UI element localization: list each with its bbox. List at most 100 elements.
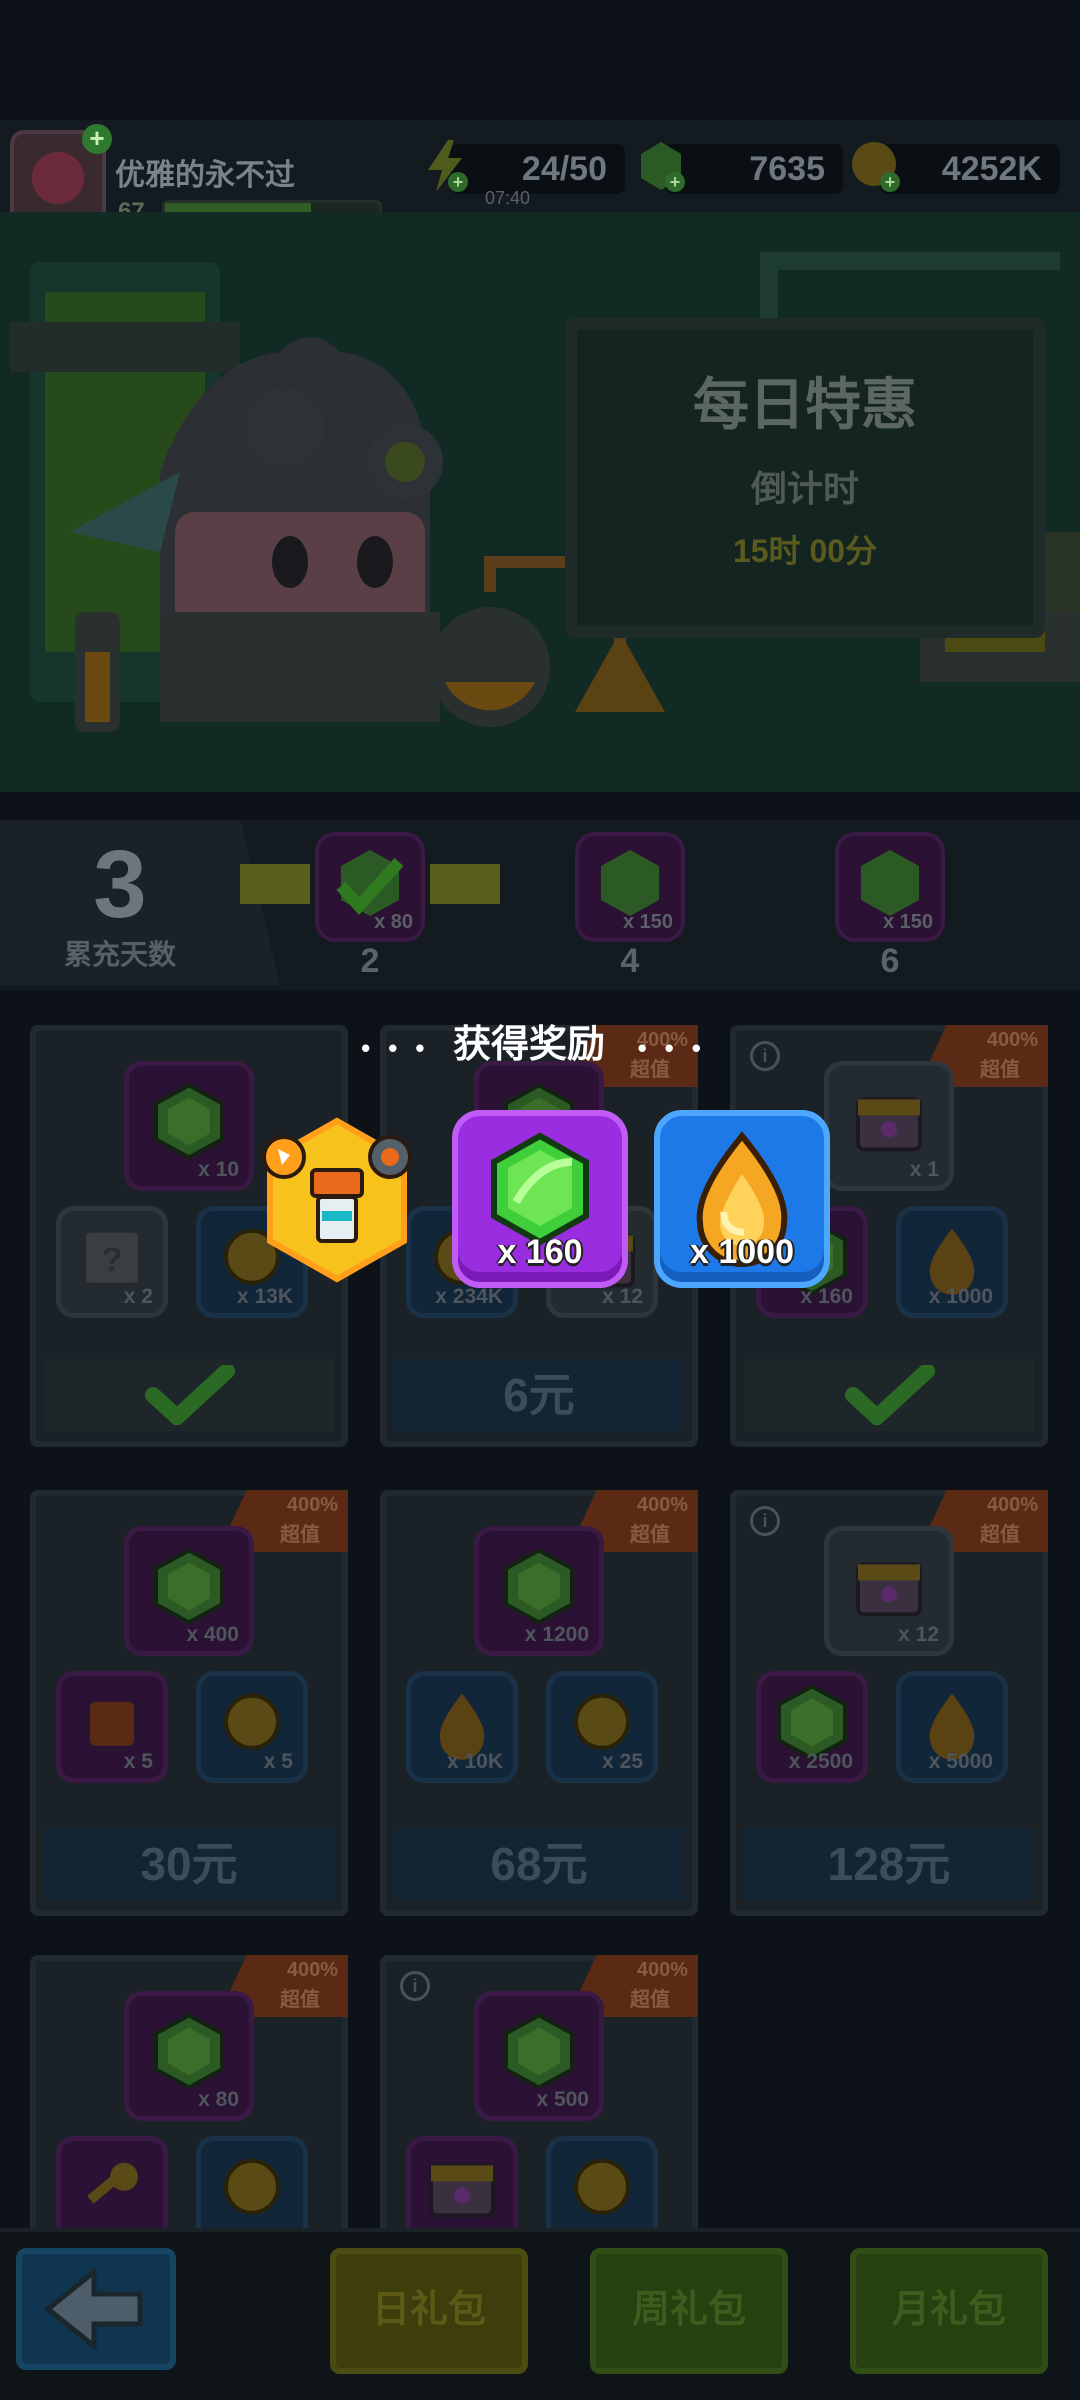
- reward-tile: x 2500: [756, 1671, 868, 1783]
- main-reward-quantity: x 500: [536, 2088, 589, 2111]
- reward-quantity: x 2: [123, 1285, 153, 1308]
- claimed-button: [44, 1359, 334, 1431]
- main-reward-quantity: x 400: [186, 1623, 239, 1646]
- reward-title-text: 获得奖励: [452, 1024, 605, 1066]
- daily-offer-title: 每日特惠: [693, 373, 917, 436]
- lightning-icon: +: [428, 140, 468, 192]
- reward-quantity: x 5: [263, 1750, 293, 1773]
- arrow-left-icon: [44, 2266, 143, 2352]
- ribbon-percent: 400%: [986, 1494, 1038, 1516]
- milestone-amount: x 150: [622, 911, 673, 933]
- coin-value: 4252K: [941, 150, 1042, 188]
- decor-dots: •••: [361, 1033, 443, 1063]
- reward-quantity: x 2500: [788, 1750, 853, 1773]
- tab-daily-pack[interactable]: 日礼包: [330, 2248, 528, 2374]
- ribbon-label: 超值: [980, 1524, 1020, 1546]
- reward-tile: x 25: [546, 1671, 658, 1783]
- main-reward-tile: x 12: [824, 1526, 954, 1656]
- buy-price-button[interactable]: 30元: [44, 1828, 334, 1900]
- checkmark-icon: [145, 1363, 235, 1428]
- main-reward-tile: x 400: [124, 1526, 254, 1656]
- reward-fire: x 1000: [654, 1110, 830, 1288]
- tab-monthly-pack[interactable]: 月礼包: [850, 2248, 1048, 2374]
- svg-text:?: ?: [102, 1241, 123, 1279]
- gem-icon: [154, 1548, 224, 1625]
- ribbon-label: 超值: [280, 1989, 320, 2011]
- coin-counter[interactable]: + 4252K: [852, 142, 1060, 194]
- reward-quantity: x 160: [800, 1285, 853, 1308]
- reward-gem: x 160: [452, 1110, 628, 1288]
- avatar-face: [32, 152, 84, 204]
- buy-price-button[interactable]: 6元: [394, 1359, 684, 1431]
- pack-card[interactable]: i 400% 超值 x 12 x 2500 x 5000 128元: [730, 1490, 1048, 1916]
- gem-icon: +: [641, 142, 685, 192]
- buy-price-button[interactable]: 128元: [744, 1828, 1034, 1900]
- decor-dots: •••: [637, 1033, 719, 1063]
- ribbon-label: 超值: [630, 1524, 670, 1546]
- reward-tile: x 5: [196, 1671, 308, 1783]
- main-reward-tile: x 1200: [474, 1526, 604, 1656]
- milestone-amount: x 150: [882, 911, 933, 933]
- streak-milestone-3[interactable]: x 150: [835, 832, 945, 942]
- chest-icon: [429, 2163, 495, 2218]
- gem-icon: [504, 1548, 574, 1625]
- main-reward-quantity: x 80: [198, 2088, 239, 2111]
- tab-weekly-pack[interactable]: 周礼包: [590, 2248, 788, 2374]
- reward-quantity: x 12: [602, 1285, 643, 1308]
- coin-icon: +: [852, 142, 900, 192]
- checkmark-icon: [845, 1363, 935, 1428]
- main-reward-tile: x 80: [124, 1991, 254, 2121]
- reward-quantity: x 13K: [236, 1285, 293, 1308]
- svg-text:+: +: [885, 172, 896, 192]
- pack-card[interactable]: 400% 超值 x 1200 x 10K x 25 68元: [380, 1490, 698, 1916]
- chest-icon: [856, 1562, 922, 1617]
- reward-quantity: x 234K: [435, 1285, 503, 1308]
- claimed-button: [744, 1359, 1034, 1431]
- buy-price-button[interactable]: 68元: [394, 1828, 684, 1900]
- gem-icon: [154, 2013, 224, 2090]
- ribbon-label: 超值: [280, 1524, 320, 1546]
- badge-hex-icon: [262, 1117, 412, 1283]
- gem-icon: [504, 2013, 574, 2090]
- pack-card[interactable]: 400% 超值 x 80: [30, 1955, 348, 2248]
- reward-tile: x 5000: [896, 1671, 1008, 1783]
- reward-quantity: x 10K: [446, 1750, 503, 1773]
- ribbon-percent: 400%: [286, 1494, 338, 1516]
- gem-counter[interactable]: + 7635: [641, 142, 843, 194]
- reward-tile: x 1000: [896, 1206, 1008, 1318]
- svg-text:+: +: [453, 172, 464, 192]
- reward-quantity: x 5000: [928, 1750, 993, 1773]
- main-reward-quantity: x 10: [198, 1158, 239, 1181]
- streak-progress-fill: [240, 864, 310, 904]
- avatar-plus-icon[interactable]: +: [82, 124, 112, 154]
- info-icon[interactable]: i: [750, 1506, 780, 1536]
- reward-quantity: x 1000: [690, 1233, 794, 1271]
- main-reward-quantity: x 1: [909, 1158, 939, 1181]
- streak-days: 3: [93, 831, 147, 938]
- info-icon[interactable]: i: [400, 1971, 430, 2001]
- main-reward-quantity: x 1200: [524, 1623, 589, 1646]
- pack-card[interactable]: 400% 超值 x 400 x 5 x 5 30元: [30, 1490, 348, 1916]
- energy-counter[interactable]: + 24/50: [428, 140, 625, 194]
- pack-card[interactable]: i 400% 超值 x 500: [380, 1955, 698, 2248]
- ribbon-percent: 400%: [286, 1959, 338, 1981]
- back-button[interactable]: [16, 2248, 176, 2370]
- ribbon-label: 超值: [630, 1989, 670, 2011]
- streak-progress-fill: [430, 864, 500, 904]
- main-reward-tile: x 500: [474, 1991, 604, 2121]
- reward-tile: x 10K: [406, 1671, 518, 1783]
- gem-icon: [154, 1083, 224, 1160]
- reward-tile: x 5: [56, 1671, 168, 1783]
- svg-text:+: +: [670, 172, 681, 192]
- gem-value: 7635: [749, 150, 825, 188]
- streak-label: 累充天数: [63, 939, 176, 970]
- reward-quantity: x 160: [497, 1233, 583, 1271]
- key-icon: [87, 2162, 138, 2204]
- streak-milestone-1[interactable]: x 80: [315, 832, 425, 942]
- energy-value: 24/50: [521, 150, 607, 188]
- coin-icon: [224, 2158, 280, 2215]
- main-reward-quantity: x 12: [898, 1623, 939, 1646]
- streak-milestone-2[interactable]: x 150: [575, 832, 685, 942]
- reward-tile: ? x 2: [56, 1206, 168, 1318]
- milestone-day: 2: [360, 942, 380, 980]
